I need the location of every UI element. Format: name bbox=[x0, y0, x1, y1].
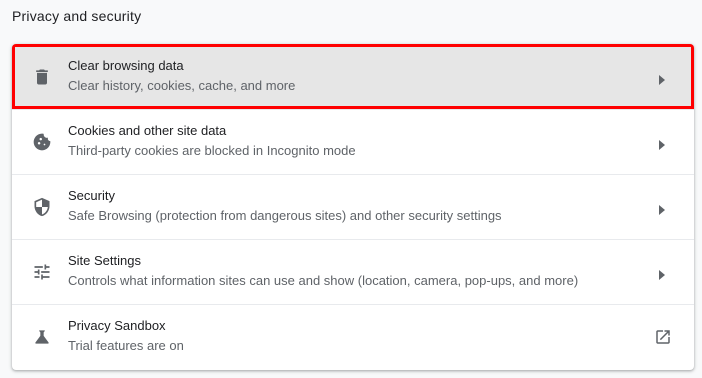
cookies-row[interactable]: Cookies and other site data Third-party … bbox=[12, 109, 694, 174]
shield-icon bbox=[30, 195, 54, 219]
open-in-new-icon[interactable] bbox=[654, 328, 672, 346]
cookie-icon bbox=[30, 130, 54, 154]
chevron-right-icon bbox=[658, 267, 666, 280]
chevron-right-icon bbox=[658, 137, 666, 150]
clear-browsing-data-row[interactable]: Clear browsing data Clear history, cooki… bbox=[12, 44, 694, 109]
cookies-title: Cookies and other site data bbox=[68, 123, 227, 138]
security-title: Security bbox=[68, 188, 115, 203]
clear-browsing-data-subtitle: Clear history, cookies, cache, and more bbox=[68, 78, 296, 93]
trash-icon bbox=[30, 65, 54, 89]
privacy-sandbox-subtitle: Trial features are on bbox=[68, 338, 184, 353]
security-row[interactable]: Security Safe Browsing (protection from … bbox=[12, 174, 694, 239]
flask-icon bbox=[30, 325, 54, 349]
privacy-sandbox-title: Privacy Sandbox bbox=[68, 318, 166, 333]
cookies-subtitle: Third-party cookies are blocked in Incog… bbox=[68, 143, 356, 158]
site-settings-title: Site Settings bbox=[68, 253, 141, 268]
chevron-right-icon bbox=[658, 72, 666, 85]
tune-icon bbox=[30, 260, 54, 284]
security-subtitle: Safe Browsing (protection from dangerous… bbox=[68, 208, 502, 223]
privacy-settings-card: Clear browsing data Clear history, cooki… bbox=[12, 44, 694, 370]
privacy-sandbox-row[interactable]: Privacy Sandbox Trial features are on bbox=[12, 304, 694, 369]
site-settings-row[interactable]: Site Settings Controls what information … bbox=[12, 239, 694, 304]
chevron-right-icon bbox=[658, 202, 666, 215]
clear-browsing-data-title: Clear browsing data bbox=[68, 58, 184, 73]
section-title: Privacy and security bbox=[12, 8, 142, 24]
site-settings-subtitle: Controls what information sites can use … bbox=[68, 273, 579, 288]
